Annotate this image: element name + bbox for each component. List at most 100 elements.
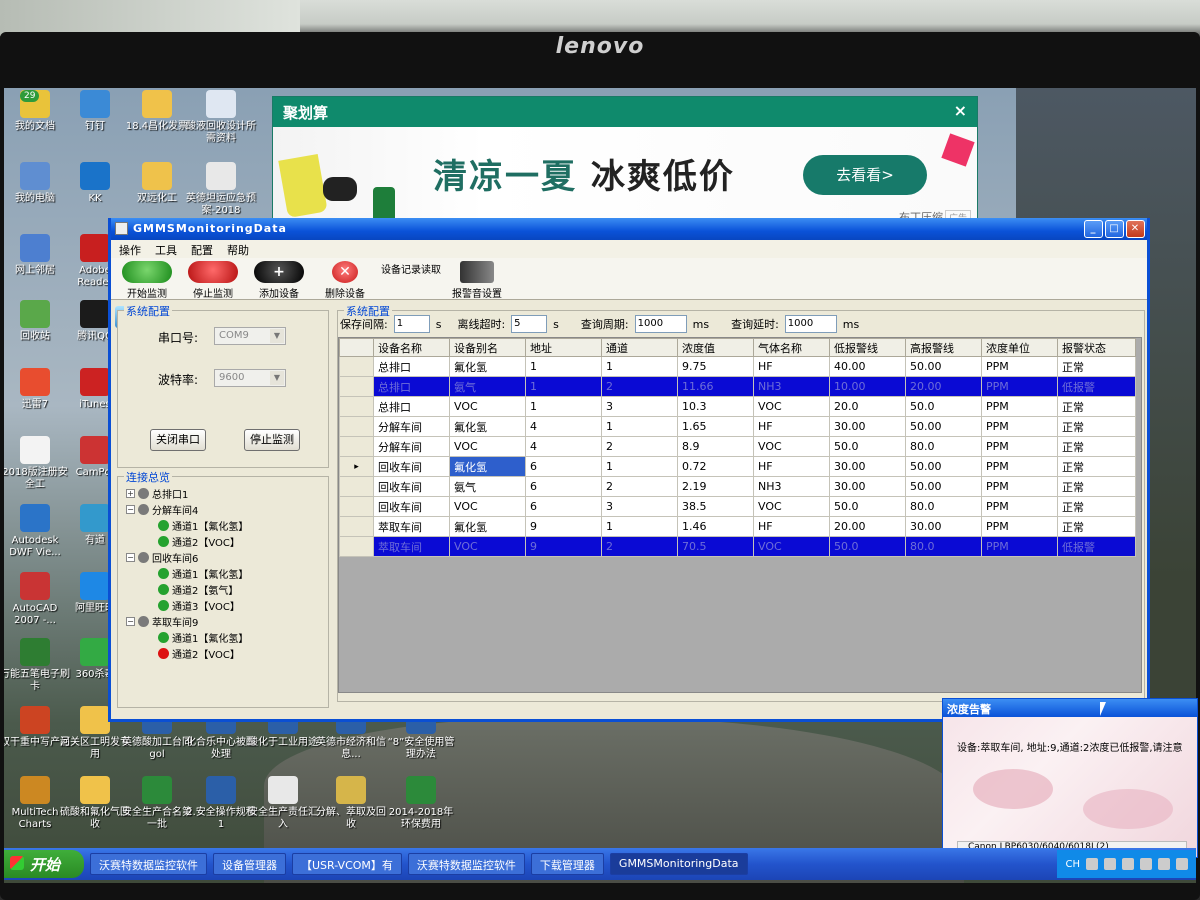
table-cell[interactable]: PPM xyxy=(981,376,1058,397)
port-select[interactable]: COM9 ▼ xyxy=(214,327,286,345)
desktop-icon-word-doc[interactable]: 酸液回收设计所需资料 xyxy=(186,90,256,145)
expand-toggle-icon[interactable]: − xyxy=(126,504,135,514)
table-cell[interactable]: 2 xyxy=(601,436,678,457)
tree-node-channel[interactable]: 通道1【氟化氢】 xyxy=(126,565,316,581)
toolbar-button-2[interactable]: + 添加设备 xyxy=(249,261,309,300)
row-header[interactable] xyxy=(339,416,374,437)
table-cell[interactable]: PPM xyxy=(981,436,1058,457)
table-cell[interactable]: 20.00 xyxy=(829,516,906,537)
column-header[interactable]: 地址 xyxy=(525,338,602,357)
table-cell[interactable]: 正常 xyxy=(1057,496,1136,517)
expand-toggle-icon[interactable]: − xyxy=(126,616,135,626)
sogou-icon[interactable] xyxy=(1086,858,1098,870)
table-cell[interactable]: 80.0 xyxy=(905,496,982,517)
taskbar-item[interactable]: 设备管理器 xyxy=(213,853,286,875)
table-cell[interactable]: 30.00 xyxy=(829,476,906,497)
desktop-icon-dwg[interactable]: 分解、萃取及回收 xyxy=(316,776,386,831)
table-cell[interactable]: 分解车间 xyxy=(373,416,450,437)
save-interval-input[interactable]: 1 xyxy=(393,315,430,333)
table-row[interactable]: 萃取车间 氟化氢 9 1 1.46 HF 20.00 30.00 PPM 正常 xyxy=(339,516,1136,537)
toolbar-button-4[interactable]: 设备记录读取 xyxy=(115,261,441,328)
table-cell[interactable]: 低报警 xyxy=(1057,376,1136,397)
table-cell[interactable]: 2.19 xyxy=(677,476,754,497)
row-header[interactable]: ▸ xyxy=(339,456,374,477)
menu-item-2[interactable]: 配置 xyxy=(191,242,213,257)
table-cell[interactable]: 氨气 xyxy=(449,476,526,497)
start-button[interactable]: 开始 xyxy=(4,850,84,878)
desktop-icon-folder[interactable]: 双远化工 xyxy=(122,162,192,205)
table-cell[interactable]: 50.0 xyxy=(905,396,982,417)
tree-node-device[interactable]: + 总排口1 xyxy=(126,485,316,501)
chevron-down-icon[interactable]: ▼ xyxy=(270,371,284,385)
stop-monitor-button[interactable]: 停止监测 xyxy=(244,429,300,451)
desktop-icon-excel[interactable]: 2014-2018年环保费用 xyxy=(386,776,456,831)
table-cell[interactable]: 20.0 xyxy=(829,396,906,417)
table-cell[interactable]: 氨气 xyxy=(449,376,526,397)
table-cell[interactable]: 回收车间 xyxy=(373,496,450,517)
table-cell[interactable]: 1 xyxy=(525,396,602,417)
tree-node-device[interactable]: − 分解车间4 xyxy=(126,501,316,517)
desktop-icon-text-doc[interactable]: 英德坦运应急预案-2018 xyxy=(186,162,256,217)
table-cell[interactable]: VOC xyxy=(753,436,830,457)
table-cell[interactable]: HF xyxy=(753,516,830,537)
volume-icon[interactable] xyxy=(1122,858,1134,870)
query-period-input[interactable]: 1000 xyxy=(634,315,687,333)
toolbar-button-0[interactable]: 开始监测 xyxy=(117,261,177,300)
column-header[interactable]: 设备名称 xyxy=(373,338,450,357)
ad-close-icon[interactable]: × xyxy=(954,101,967,120)
table-cell[interactable]: 50.0 xyxy=(829,536,906,557)
column-header[interactable]: 设备别名 xyxy=(449,338,526,357)
table-cell[interactable]: 4 xyxy=(525,436,602,457)
table-row[interactable]: 总排口 氟化氢 1 1 9.75 HF 40.00 50.00 PPM 正常 xyxy=(339,356,1136,377)
table-cell[interactable]: 50.0 xyxy=(829,436,906,457)
minimize-icon[interactable]: _ xyxy=(1084,220,1103,238)
table-cell[interactable]: HF xyxy=(753,456,830,477)
table-cell[interactable]: 1.46 xyxy=(677,516,754,537)
desktop-icon-word-doc[interactable]: 2.安全操作规程1 xyxy=(186,776,256,831)
table-cell[interactable]: 氟化氢 xyxy=(449,356,526,377)
table-cell[interactable]: 9 xyxy=(525,536,602,557)
table-cell[interactable]: 分解车间 xyxy=(373,436,450,457)
table-cell[interactable]: 1 xyxy=(601,516,678,537)
table-cell[interactable]: 6 xyxy=(525,456,602,477)
taskbar-item[interactable]: 沃赛特数据监控软件 xyxy=(90,853,207,875)
network-icon[interactable] xyxy=(1104,858,1116,870)
chevron-down-icon[interactable]: ▼ xyxy=(270,329,284,343)
table-cell[interactable]: 9 xyxy=(525,516,602,537)
table-cell[interactable]: 萃取车间 xyxy=(373,516,450,537)
table-cell[interactable]: 50.00 xyxy=(905,416,982,437)
offline-timeout-input[interactable]: 5 xyxy=(511,315,548,333)
row-header[interactable] xyxy=(339,436,374,457)
table-cell[interactable]: 40.00 xyxy=(829,356,906,377)
table-cell[interactable]: 正常 xyxy=(1057,436,1136,457)
column-header[interactable]: 浓度值 xyxy=(677,338,754,357)
tree-node-device[interactable]: − 回收车间6 xyxy=(126,549,316,565)
table-cell[interactable]: 正常 xyxy=(1057,516,1136,537)
expand-toggle-icon[interactable]: + xyxy=(126,488,135,498)
table-cell[interactable]: 氟化氢 xyxy=(449,456,526,477)
table-cell[interactable]: 50.00 xyxy=(905,456,982,477)
table-cell[interactable]: VOC xyxy=(449,536,526,557)
taskbar-item[interactable]: 【USR-VCOM】有 xyxy=(292,853,402,875)
table-cell[interactable]: VOC xyxy=(753,536,830,557)
table-cell[interactable]: 80.0 xyxy=(905,536,982,557)
table-cell[interactable]: 80.0 xyxy=(905,436,982,457)
table-cell[interactable]: 30.00 xyxy=(829,456,906,477)
ad-banner[interactable]: 清凉一夏 冰爽低价 去看看> 布丁压缩 广告 xyxy=(273,127,977,231)
table-cell[interactable]: VOC xyxy=(753,396,830,417)
device-table-container[interactable]: 设备名称 设备别名 地址 通道 浓度值 气体名称 低报警线 高报警线 浓度单位 报警状态 总排口 氟化… xyxy=(338,337,1142,693)
table-cell[interactable]: 总排口 xyxy=(373,376,450,397)
table-cell[interactable]: 2 xyxy=(601,476,678,497)
table-cell[interactable]: VOC xyxy=(753,496,830,517)
table-cell[interactable]: VOC xyxy=(449,436,526,457)
tree-node-channel[interactable]: 通道3【VOC】 xyxy=(126,597,316,613)
table-cell[interactable]: 11.66 xyxy=(677,376,754,397)
table-row[interactable]: 分解车间 氟化氢 4 1 1.65 HF 30.00 50.00 PPM 正常 xyxy=(339,416,1136,437)
table-cell[interactable]: 正常 xyxy=(1057,416,1136,437)
table-cell[interactable]: 正常 xyxy=(1057,356,1136,377)
desktop-icon-dingtalk[interactable]: 钉钉 xyxy=(60,90,130,133)
column-header[interactable]: 高报警线 xyxy=(905,338,982,357)
row-header[interactable] xyxy=(339,476,374,497)
update-icon[interactable] xyxy=(1176,858,1188,870)
desktop-icon-text-doc[interactable]: 安全生产责任汇入 xyxy=(248,776,318,831)
